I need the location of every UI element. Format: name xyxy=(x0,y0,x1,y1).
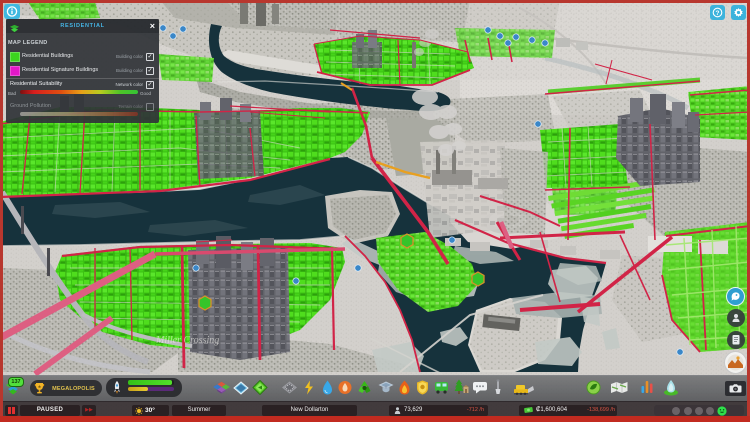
svg-text:Miller Crossing: Miller Crossing xyxy=(155,335,219,346)
svg-text:?: ? xyxy=(716,10,720,17)
